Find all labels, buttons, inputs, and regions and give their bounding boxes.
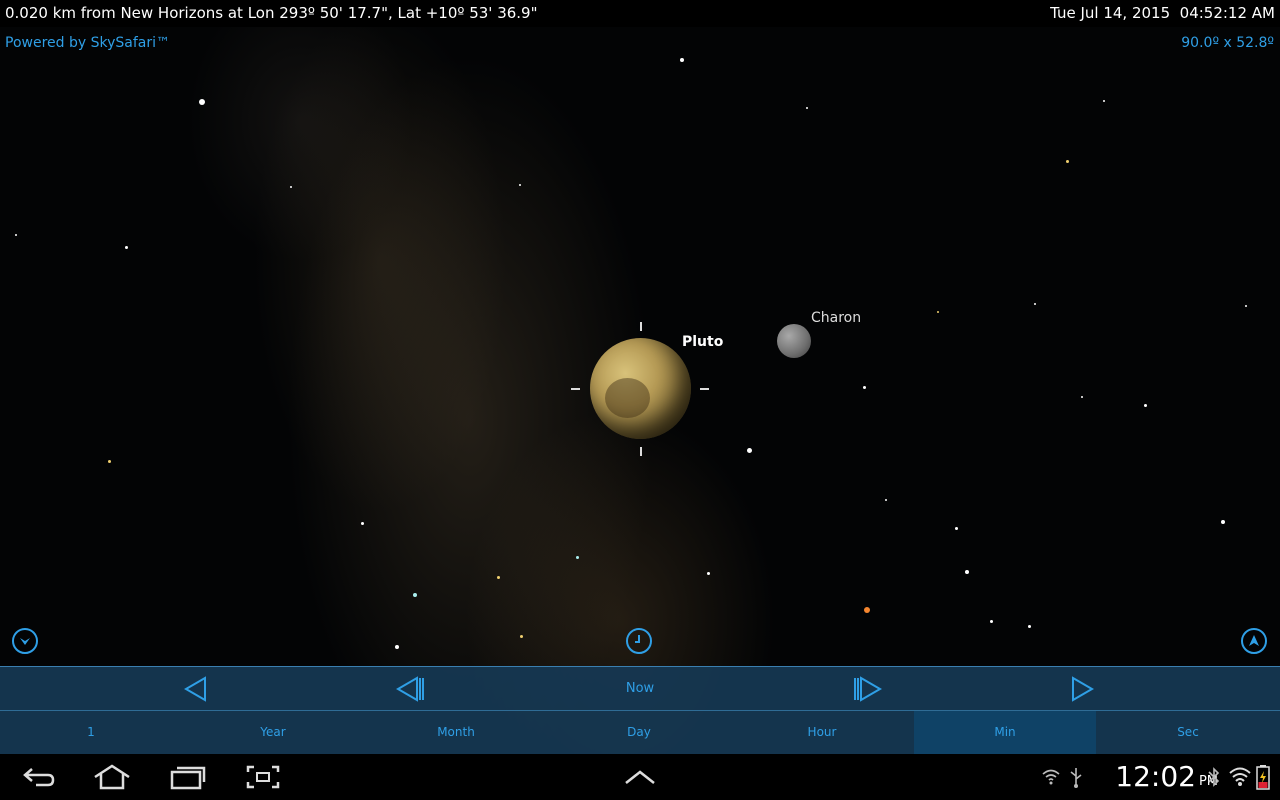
now-button[interactable]: Now — [590, 667, 690, 711]
unit-year[interactable]: Year — [182, 711, 364, 754]
system-clock: 12:02 — [1115, 760, 1196, 793]
step-backward-frame-button[interactable] — [374, 667, 446, 711]
charon-object[interactable] — [777, 324, 811, 358]
unit-month[interactable]: Month — [365, 711, 547, 754]
system-nav-bar: 12:02 PM — [0, 754, 1280, 800]
home-icon[interactable] — [92, 764, 132, 790]
step-forward-button[interactable] — [1046, 667, 1118, 711]
chevron-up-icon[interactable] — [624, 768, 656, 786]
battery-charging-icon — [1256, 765, 1270, 790]
crosshair-left — [571, 388, 580, 390]
unit-min[interactable]: Min — [914, 711, 1096, 754]
screenshot-icon[interactable] — [246, 765, 280, 789]
crosshair-right — [700, 388, 709, 390]
status-bar: 0.020 km from New Horizons at Lon 293º 5… — [0, 0, 1280, 27]
usb-icon — [1070, 768, 1082, 788]
powered-by-label[interactable]: Powered by SkySafari™ — [5, 35, 170, 51]
unit-day[interactable]: Day — [548, 711, 730, 754]
compass-north-icon[interactable] — [1241, 628, 1267, 654]
field-of-view-readout: 90.0º x 52.8º — [1181, 35, 1274, 51]
unit-hour[interactable]: Hour — [731, 711, 913, 754]
pluto-object[interactable] — [590, 338, 691, 439]
triangle-left-icon — [184, 676, 206, 702]
unit-step-count[interactable]: 1 — [0, 711, 182, 754]
recent-apps-icon[interactable] — [170, 764, 206, 790]
scroll-down-icon[interactable] — [12, 628, 38, 654]
wifi-icon — [1042, 769, 1060, 785]
time-step-row: Now — [0, 667, 1280, 711]
unit-sec[interactable]: Sec — [1097, 711, 1279, 754]
crosshair-bottom — [640, 447, 642, 456]
observer-location: 0.020 km from New Horizons at Lon 293º 5… — [5, 4, 538, 22]
sky-datetime[interactable]: Tue Jul 14, 2015 04:52:12 AM — [1050, 0, 1275, 27]
step-backward-button[interactable] — [160, 667, 232, 711]
wifi-signal-icon — [1229, 767, 1251, 786]
pluto-label[interactable]: Pluto — [682, 334, 723, 350]
crosshair-top — [640, 322, 642, 331]
bluetooth-icon — [1208, 767, 1220, 787]
back-icon[interactable] — [22, 765, 56, 789]
time-unit-row: 1 Year Month Day Hour Min Sec — [0, 711, 1280, 755]
forward-frame-icon — [854, 676, 882, 702]
step-forward-frame-button[interactable] — [832, 667, 904, 711]
triangle-right-icon — [1072, 676, 1094, 702]
rewind-frame-icon — [396, 676, 424, 702]
time-flow-panel: Now 1 Year Month Day Hour Min Sec — [0, 666, 1280, 754]
charon-label[interactable]: Charon — [811, 310, 861, 326]
time-clock-icon[interactable] — [626, 628, 652, 654]
